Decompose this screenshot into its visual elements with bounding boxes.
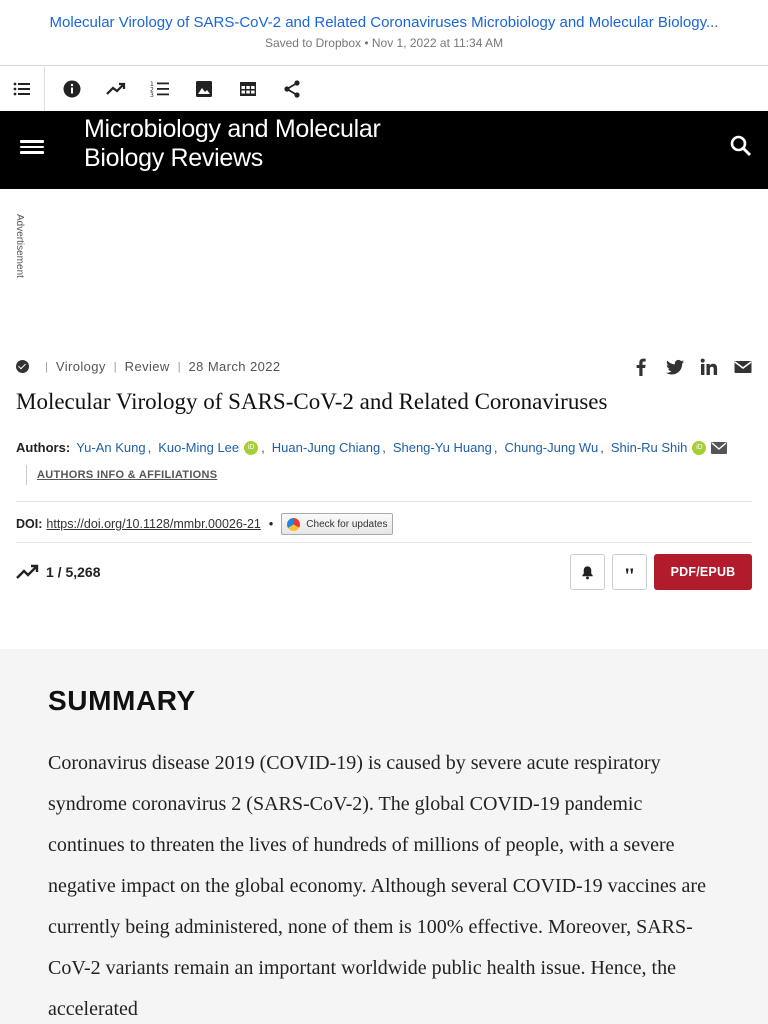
summary-heading: SUMMARY — [48, 685, 196, 716]
crossmark-icon — [287, 517, 301, 531]
article-metrics[interactable]: 1 / 5,268 — [16, 562, 101, 582]
divider — [16, 501, 752, 502]
author-link[interactable]: Huan-Jung Chiang — [272, 440, 380, 455]
author-link[interactable]: Yu-An Kung — [76, 440, 145, 455]
toolbar-divider — [44, 67, 45, 111]
reader-toolbar: 123 — [0, 67, 768, 111]
journal-title[interactable]: Microbiology and Molecular Biology Revie… — [84, 115, 381, 173]
dropbox-header: Molecular Virology of SARS-CoV-2 and Rel… — [0, 0, 768, 66]
dropbox-saved-info: Saved to Dropbox • Nov 1, 2022 at 11:34 … — [264, 36, 504, 50]
author-link[interactable]: Shin-Ru Shih — [611, 440, 688, 455]
journal-title-line1: Microbiology and Molecular — [84, 115, 381, 143]
divider — [16, 542, 752, 543]
summary-text: Coronavirus disease 2019 (COVID-19) is c… — [48, 752, 706, 1020]
share-icon[interactable] — [270, 67, 314, 111]
check-for-updates-label: Check for updates — [306, 518, 388, 530]
metrics-value: 1 / 5,268 — [46, 564, 101, 580]
pdf-epub-button[interactable]: PDF/EPUB — [654, 554, 752, 590]
author-link[interactable]: Kuo-Ming Lee — [158, 440, 239, 455]
summary-section: SUMMARY Coronavirus disease 2019 (COVID-… — [0, 649, 768, 1024]
email-icon[interactable] — [732, 356, 754, 378]
meta-divider: | — [113, 360, 117, 373]
authors-label: Authors: — [16, 440, 71, 455]
table-icon[interactable] — [226, 67, 270, 111]
doi-row: DOI: https://doi.org/10.1128/mmbr.00026-… — [16, 513, 394, 535]
article-date: 28 March 2022 — [188, 359, 281, 374]
numbered-list-icon[interactable]: 123 — [138, 67, 182, 111]
journal-title-line2: Biology Reviews — [84, 144, 263, 172]
meta-divider: | — [45, 360, 48, 373]
advertisement-label: Advertisement — [14, 214, 25, 278]
cite-button[interactable]: " — [612, 554, 647, 590]
doi-label: DOI: — [16, 517, 43, 531]
search-icon[interactable] — [728, 133, 754, 159]
check-for-updates-button[interactable]: Check for updates — [281, 513, 394, 535]
authors-list: Authors: Yu-An Kung, Kuo-Ming Lee iD, Hua… — [16, 440, 728, 455]
quote-icon: " — [623, 563, 636, 588]
check-circle-icon — [16, 360, 29, 373]
authors-affiliations-link[interactable]: AUTHORS INFO & AFFILIATIONS — [26, 465, 217, 485]
linkedin-icon[interactable] — [698, 356, 720, 378]
share-bar — [630, 356, 754, 378]
menu-icon[interactable] — [20, 137, 44, 161]
dot-separator: • — [268, 517, 274, 531]
orcid-icon[interactable]: iD — [244, 440, 259, 455]
trending-icon[interactable] — [94, 67, 138, 111]
article-title: Molecular Virology of SARS-CoV-2 and Rel… — [16, 389, 608, 414]
alert-button[interactable] — [570, 554, 605, 590]
authors-label-text: Authors — [16, 440, 66, 455]
journal-header: Microbiology and Molecular Biology Revie… — [0, 111, 768, 189]
author-link[interactable]: Sheng-Yu Huang — [393, 440, 492, 455]
article-meta: | Virology | Review | 28 March 2022 — [16, 359, 280, 374]
trending-icon — [16, 564, 39, 579]
orcid-icon[interactable]: iD — [692, 440, 707, 455]
article-type: Review — [124, 359, 170, 374]
author-link[interactable]: Chung-Jung Wu — [504, 440, 598, 455]
mail-icon[interactable] — [711, 441, 728, 454]
list-icon[interactable] — [0, 67, 44, 111]
facebook-icon[interactable] — [630, 356, 652, 378]
doi-link[interactable]: https://doi.org/10.1128/mmbr.00026-21 — [46, 517, 261, 531]
meta-divider: | — [177, 360, 181, 373]
info-icon[interactable] — [50, 67, 94, 111]
svg-text:3: 3 — [150, 92, 154, 99]
article-category[interactable]: Virology — [56, 359, 106, 374]
twitter-icon[interactable] — [664, 356, 686, 378]
bell-icon — [582, 565, 593, 579]
dropbox-page-title[interactable]: Molecular Virology of SARS-CoV-2 and Rel… — [20, 14, 748, 31]
image-icon[interactable] — [182, 67, 226, 111]
